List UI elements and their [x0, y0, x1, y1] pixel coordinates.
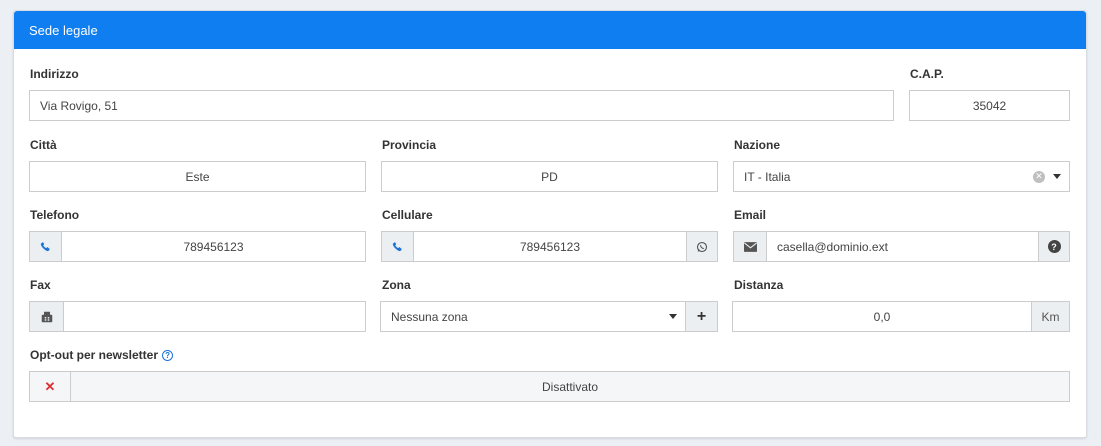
cellulare-label: Cellulare: [382, 208, 433, 222]
telefono-input[interactable]: 789456123: [29, 231, 366, 262]
cellulare-value: 789456123: [519, 239, 581, 254]
cap-value: 35042: [972, 98, 1007, 113]
citta-label: Città: [30, 138, 57, 152]
add-zona-button[interactable]: +: [685, 302, 717, 331]
section-title: Sede legale: [29, 23, 98, 38]
indirizzo-label: Indirizzo: [30, 67, 79, 81]
zona-placeholder: Nessuna zona: [391, 309, 468, 324]
distanza-label: Distanza: [734, 278, 784, 292]
nazione-value: IT - Italia: [744, 169, 791, 184]
telefono-addon: [30, 232, 62, 261]
indirizzo-value: Via Rovigo, 51: [40, 98, 118, 113]
cap-input[interactable]: 35042: [909, 90, 1070, 121]
fax-input[interactable]: [29, 301, 366, 332]
newsletter-label-text: Opt-out per newsletter: [30, 348, 159, 362]
fax-addon: [30, 302, 64, 331]
phone-icon: [392, 241, 403, 252]
email-placeholder: casella@dominio.ext: [777, 239, 888, 254]
zona-label: Zona: [382, 278, 411, 292]
clear-icon[interactable]: ✕: [1033, 170, 1045, 183]
question-circle-icon: ?: [1047, 240, 1061, 253]
newsletter-addon: ✕: [30, 372, 71, 401]
phone-icon: [40, 241, 51, 252]
plus-icon: +: [696, 307, 707, 325]
cellulare-addon: [382, 232, 414, 261]
distanza-input[interactable]: 0,0 Km: [732, 301, 1070, 332]
cellulare-input[interactable]: 789456123: [381, 231, 718, 262]
chevron-down-icon[interactable]: [669, 314, 677, 319]
provincia-label: Provincia: [382, 138, 437, 152]
question-circle-icon[interactable]: ?: [162, 350, 174, 361]
chevron-down-icon[interactable]: [1053, 174, 1061, 179]
email-label: Email: [734, 208, 767, 222]
fax-label: Fax: [30, 278, 51, 292]
telefono-value: 789456123: [183, 239, 244, 254]
citta-input[interactable]: Este: [29, 161, 366, 192]
email-help-button[interactable]: ?: [1038, 232, 1069, 261]
distanza-unit: Km: [1031, 302, 1069, 331]
citta-value: Este: [185, 169, 210, 184]
newsletter-toggle[interactable]: ✕ Disattivato: [29, 371, 1070, 402]
card-header: Sede legale: [14, 11, 1086, 49]
cap-label: C.A.P.: [910, 67, 944, 81]
telefono-label: Telefono: [30, 208, 80, 222]
envelope-icon: [743, 241, 757, 252]
newsletter-status: Disattivato: [541, 379, 599, 394]
nazione-label: Nazione: [734, 138, 781, 152]
whatsapp-icon: [696, 241, 708, 253]
zona-select[interactable]: Nessuna zona +: [380, 301, 718, 332]
times-icon: ✕: [44, 378, 56, 394]
newsletter-label: Opt-out per newsletter?: [30, 348, 174, 362]
email-addon: [734, 232, 767, 261]
nazione-select[interactable]: IT - Italia ✕: [733, 161, 1070, 192]
provincia-input[interactable]: PD: [381, 161, 718, 192]
distanza-value: 0,0: [873, 309, 891, 324]
provincia-value: PD: [541, 169, 558, 184]
email-input[interactable]: casella@dominio.ext ?: [733, 231, 1070, 262]
whatsapp-button[interactable]: [686, 232, 717, 261]
indirizzo-input[interactable]: Via Rovigo, 51: [29, 90, 894, 121]
fax-icon: [41, 311, 53, 323]
